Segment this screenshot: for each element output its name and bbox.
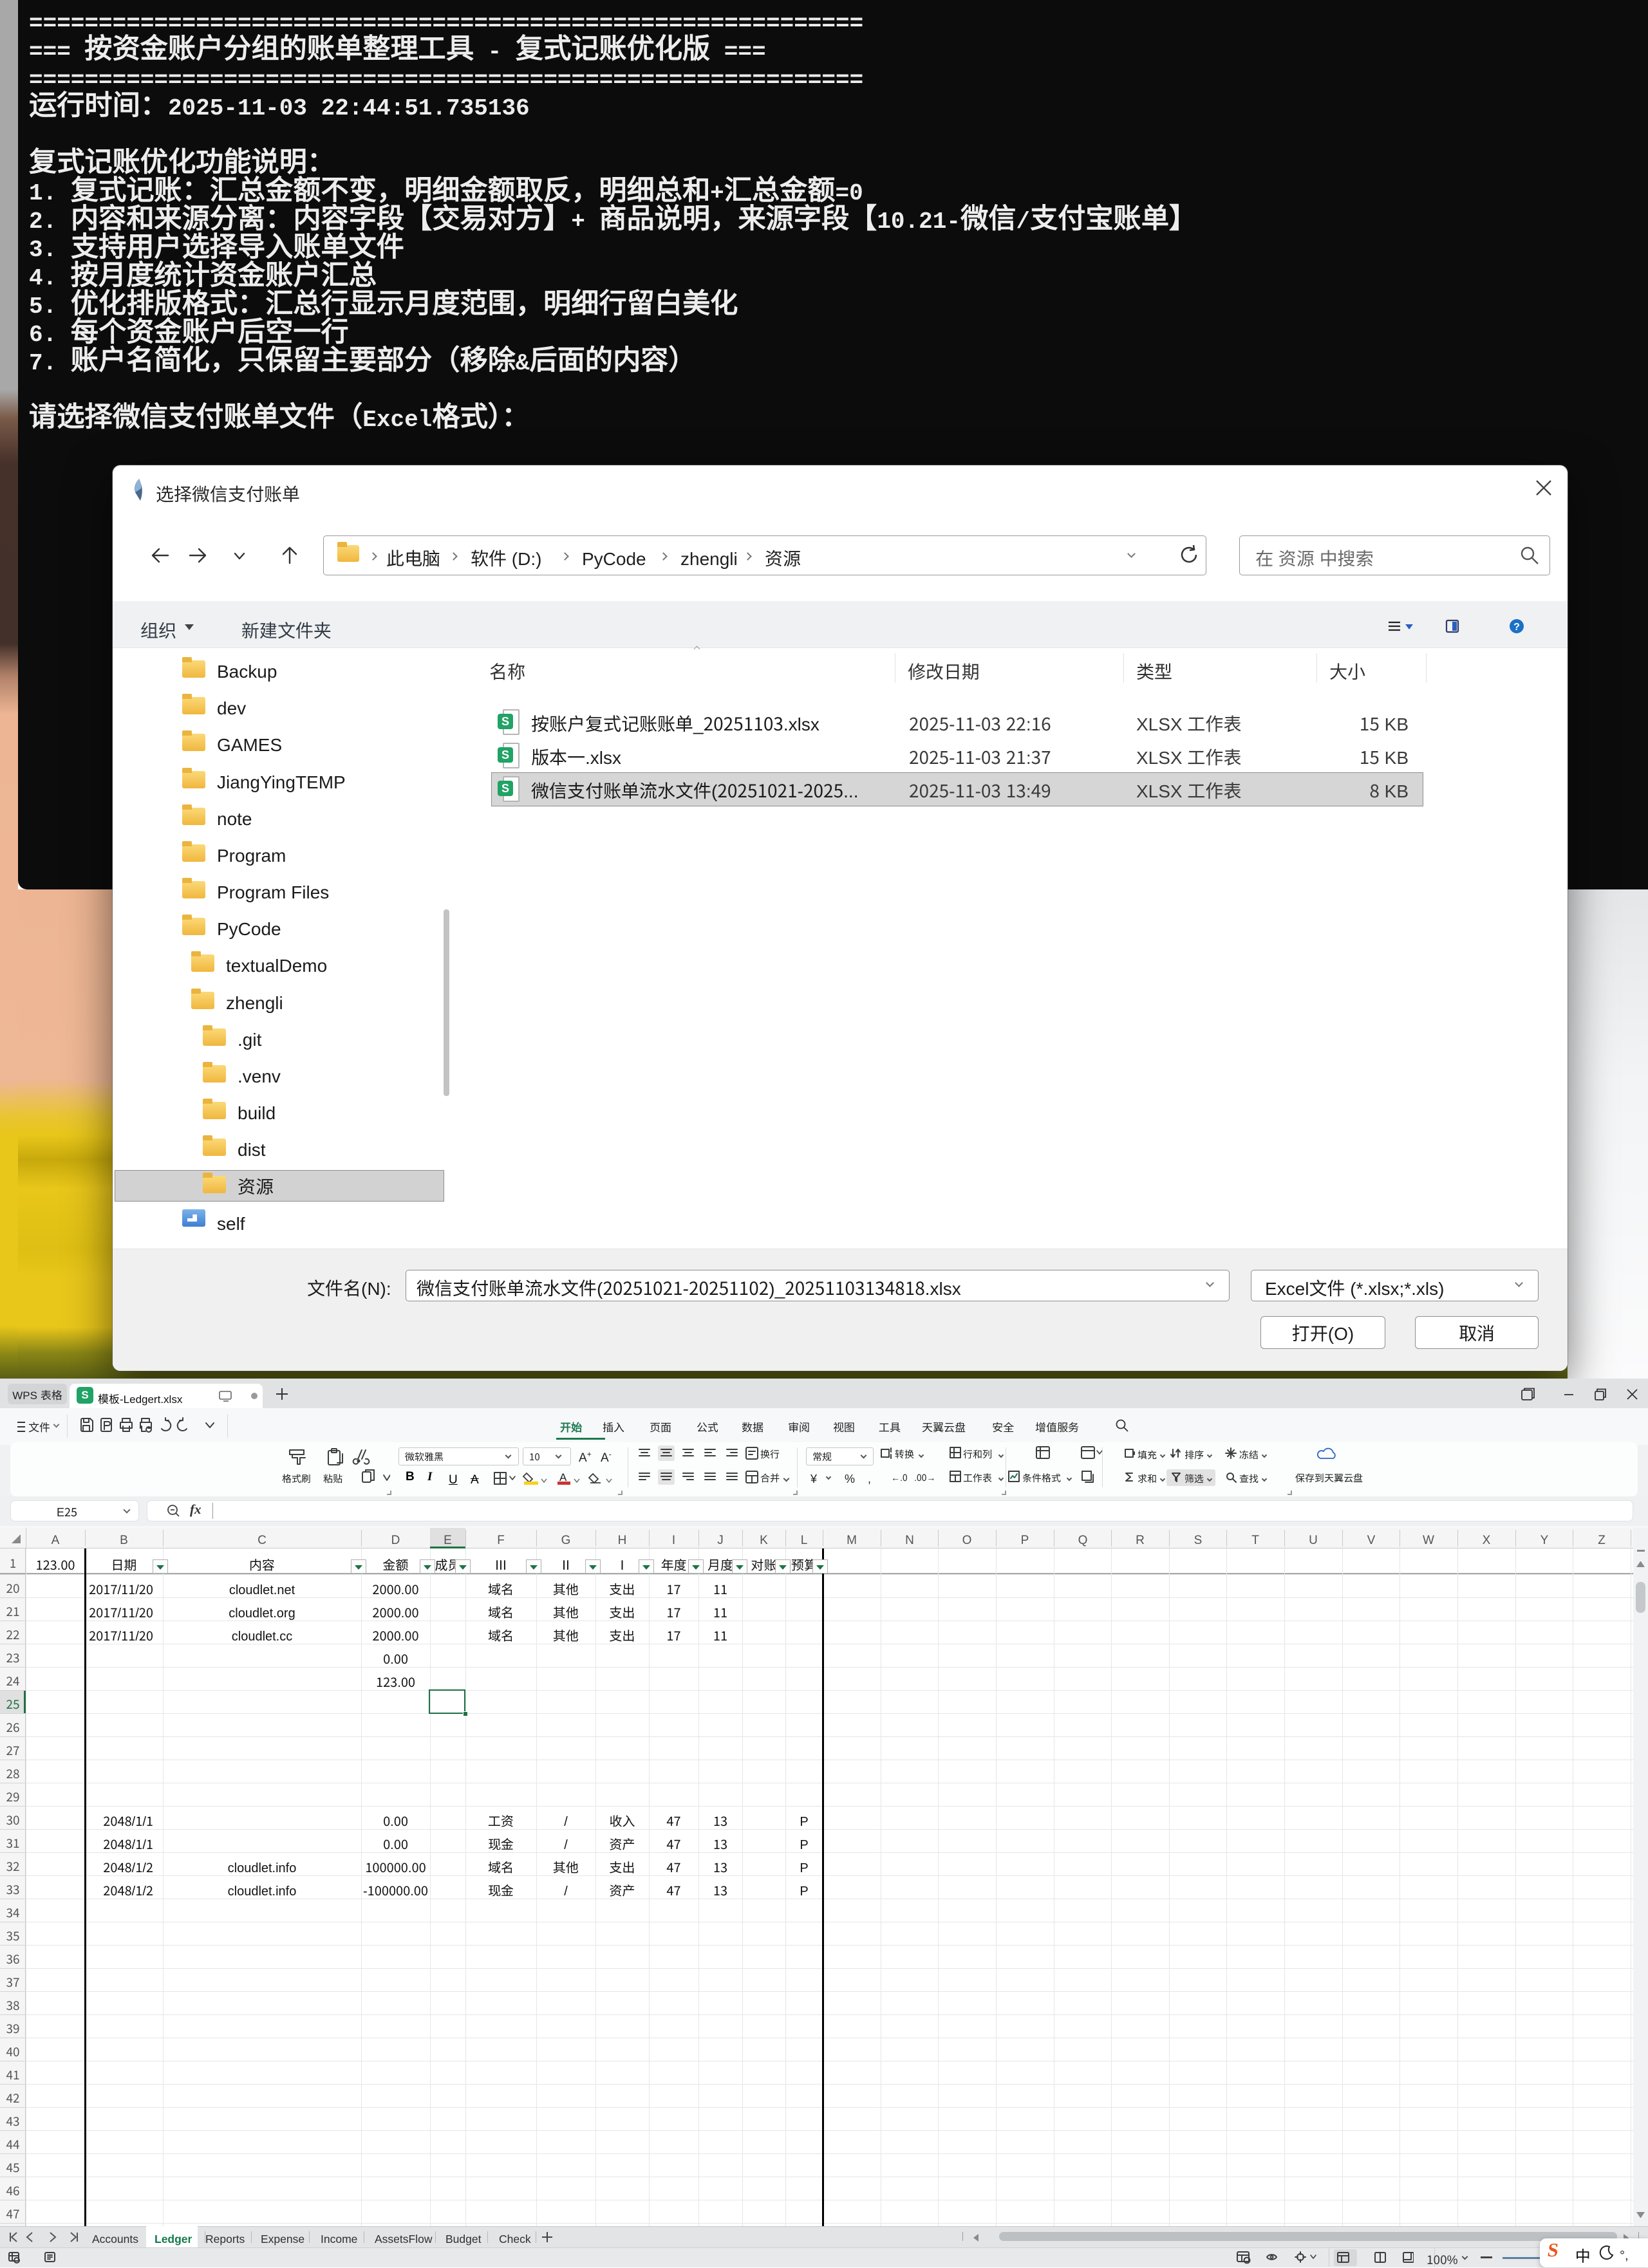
svg-text:?: ? — [1513, 622, 1520, 633]
